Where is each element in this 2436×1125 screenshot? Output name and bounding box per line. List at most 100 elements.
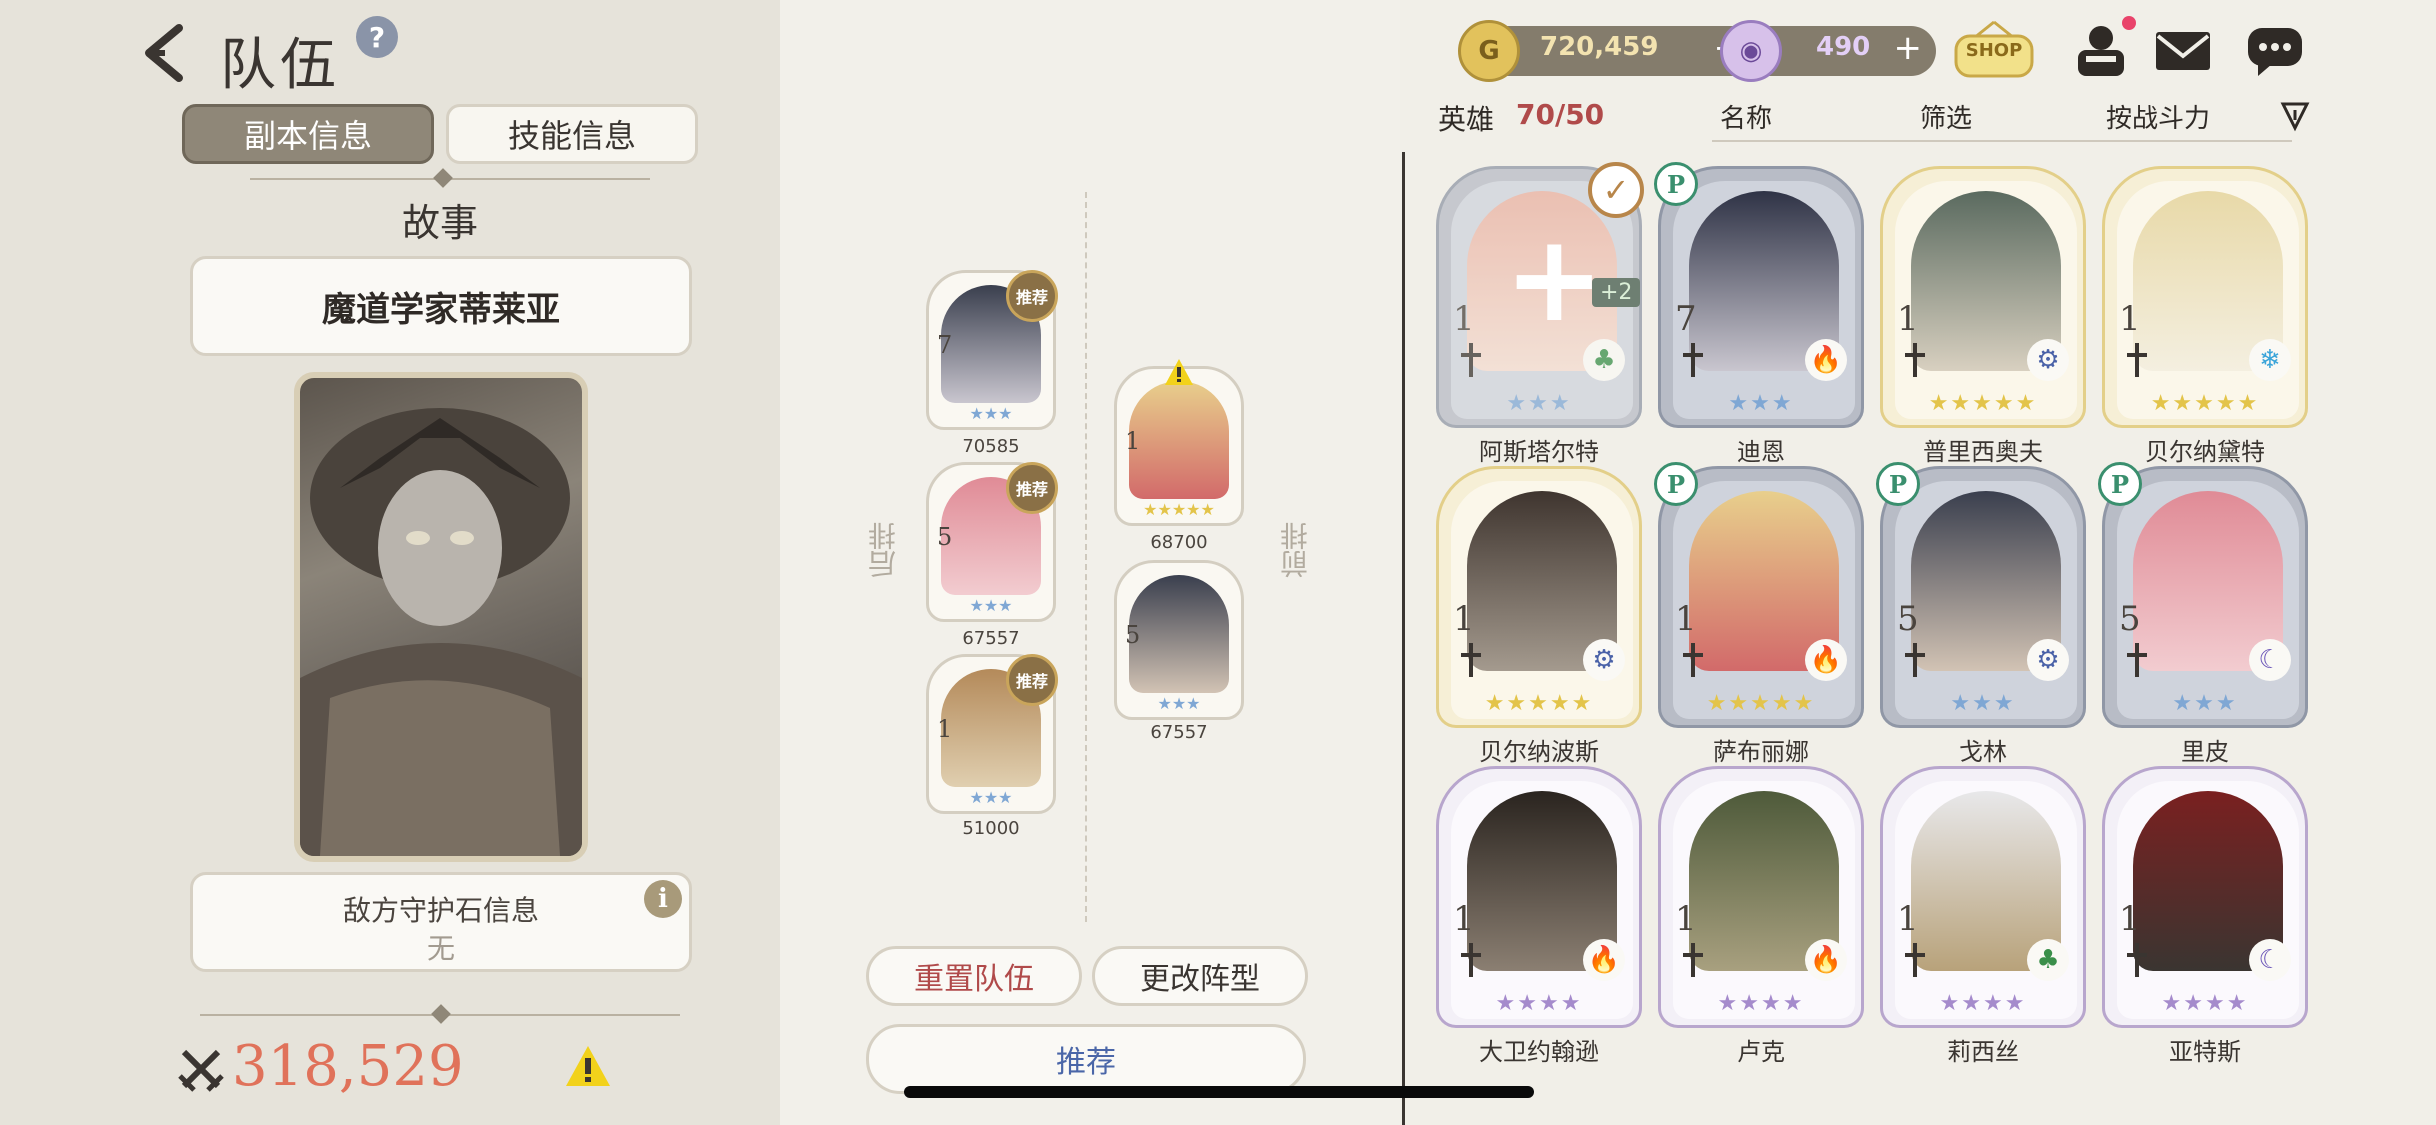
hero-level: 1 (1897, 299, 1919, 339)
info-icon[interactable]: i (644, 880, 682, 918)
hero-stars: ★★★★★ (1484, 691, 1594, 716)
class-sword-icon (1461, 343, 1481, 377)
hero-card[interactable]: 1 🔥 ★★★★ (1436, 766, 1642, 1028)
class-sword-icon (1905, 343, 1925, 377)
gem-counter: ◉ 490 + (1720, 20, 1936, 82)
hero-card[interactable]: 1 ⚙ ★★★★★ (1436, 466, 1642, 728)
hero-stars: ★★★ (1950, 691, 2016, 716)
hero-stars: ★★★ (969, 404, 1013, 423)
slot-power: 68700 (1150, 532, 1208, 553)
class-sword-icon (1683, 343, 1703, 377)
gem-icon: ◉ (1720, 20, 1782, 82)
shop-label: SHOP (1965, 40, 2023, 61)
class-sword-icon (1905, 643, 1925, 677)
hero-stars: ★★★★ (1939, 991, 2027, 1016)
hero-level: 7 (937, 331, 953, 359)
boss-art-icon (300, 408, 582, 856)
sort-by-power-button[interactable]: 按战斗力 (2106, 98, 2210, 135)
slot-power: 67557 (1150, 722, 1208, 743)
formation-slot-front-1[interactable]: 1 ★★★★★ (1114, 366, 1244, 526)
hero-name: 阿斯塔尔特 (1479, 438, 1599, 466)
element-icon: ⚙ (2027, 339, 2069, 381)
recommend-button[interactable]: 推荐 (866, 1024, 1306, 1094)
hero-name: 戈林 (1959, 738, 2007, 766)
reset-team-button[interactable]: 重置队伍 (866, 946, 1082, 1006)
hero-stars: ★★★★ (1717, 991, 1805, 1016)
element-icon: 🔥 (1805, 339, 1847, 381)
hero-name: 萨布丽娜 (1713, 738, 1809, 766)
class-sword-icon (1683, 943, 1703, 977)
crossed-swords-icon (178, 1049, 224, 1092)
element-icon: ♣ (2027, 939, 2069, 981)
sort-order-icon[interactable] (2280, 100, 2310, 132)
hero-stars: ★★★ (1728, 391, 1794, 416)
sort-by-name-button[interactable]: 名称 (1720, 98, 1772, 135)
hero-level: 1 (2119, 299, 2141, 339)
element-icon: 🔥 (1583, 939, 1625, 981)
hero-card[interactable]: 7 🔥 ★★★ (1658, 166, 1864, 428)
hero-level: 1 (937, 715, 953, 743)
back-arrow-icon[interactable] (135, 22, 195, 84)
recommended-badge: 推荐 (1006, 270, 1058, 322)
class-sword-icon (1461, 643, 1481, 677)
team-leader-icon[interactable] (2070, 22, 2132, 78)
hero-card[interactable]: 1 🔥 ★★★★ (1658, 766, 1864, 1028)
hero-stars: ★★★ (2172, 691, 2238, 716)
hero-stars: ★★★ (1157, 694, 1201, 713)
gold-coin-icon: G (1458, 20, 1520, 82)
element-icon: ❄ (2249, 339, 2291, 381)
p-badge-icon: P (1654, 162, 1698, 206)
hero-card[interactable]: 1 ♣ ★★★★ (1880, 766, 2086, 1028)
mail-icon[interactable] (2152, 22, 2214, 78)
help-icon[interactable]: ? (356, 16, 398, 58)
hero-name: 迪恩 (1737, 438, 1785, 466)
tab-dungeon-info[interactable]: 副本信息 (182, 104, 434, 164)
hero-level: 1 (1453, 599, 1475, 639)
hero-level: 5 (1897, 599, 1919, 639)
recommended-badge: 推荐 (1006, 462, 1058, 514)
hero-stars: ★★★★★ (2150, 391, 2260, 416)
hero-name: 大卫约翰逊 (1479, 1038, 1599, 1066)
hero-level: 5 (2119, 599, 2141, 639)
element-icon: 🔥 (1805, 639, 1847, 681)
filter-button[interactable]: 筛选 (1920, 98, 1972, 135)
formation-slot-front-2[interactable]: 5 ★★★ (1114, 560, 1244, 720)
class-sword-icon (1683, 643, 1703, 677)
chat-icon[interactable] (2244, 22, 2306, 78)
hero-card[interactable]: 1 🔥 ★★★★★ (1658, 466, 1864, 728)
change-formation-button[interactable]: 更改阵型 (1092, 946, 1308, 1006)
add-gem-button[interactable]: + (1894, 28, 1923, 68)
front-row-label: 前排 (1279, 522, 1312, 578)
hero-level: 1 (1675, 599, 1697, 639)
hero-card[interactable]: 1 ☾ ★★★★ (2102, 766, 2308, 1028)
hero-name: 里皮 (2181, 738, 2229, 766)
hero-card[interactable]: 1 ❄ ★★★★★ (2102, 166, 2308, 428)
slot-power: 51000 (962, 818, 1020, 839)
class-sword-icon (2127, 943, 2147, 977)
hero-level: 1 (1125, 427, 1141, 455)
element-icon: ⚙ (1583, 639, 1625, 681)
hero-card[interactable]: 5 ☾ ★★★ (2102, 466, 2308, 728)
dungeon-name: 魔道学家蒂莱亚 (322, 289, 560, 330)
class-sword-icon (1905, 943, 1925, 977)
hero-level: 5 (1125, 621, 1141, 649)
hero-stars: ★★★★★ (1143, 500, 1215, 519)
element-icon: 🔥 (1805, 939, 1847, 981)
add-icon[interactable]: + (1504, 210, 1605, 349)
formation-divider (1085, 192, 1087, 922)
class-sword-icon (2127, 643, 2147, 677)
boss-portrait (294, 372, 588, 862)
hero-level: 1 (1453, 299, 1475, 339)
hero-card[interactable]: 5 ⚙ ★★★ (1880, 466, 2086, 728)
hero-level: 1 (1675, 899, 1697, 939)
element-icon: ⚙ (2027, 639, 2069, 681)
warning-icon[interactable] (564, 1044, 612, 1088)
p-badge-icon: P (1654, 462, 1698, 506)
upgrade-badge: +2 (1592, 278, 1641, 307)
hero-level: 1 (1453, 899, 1475, 939)
tab-skill-info[interactable]: 技能信息 (446, 104, 698, 164)
hero-card[interactable]: 1 ⚙ ★★★★★ (1880, 166, 2086, 428)
team-power-value: 318,529 (232, 1034, 464, 1099)
recommended-badge: 推荐 (1006, 654, 1058, 706)
element-icon: ☾ (2249, 939, 2291, 981)
